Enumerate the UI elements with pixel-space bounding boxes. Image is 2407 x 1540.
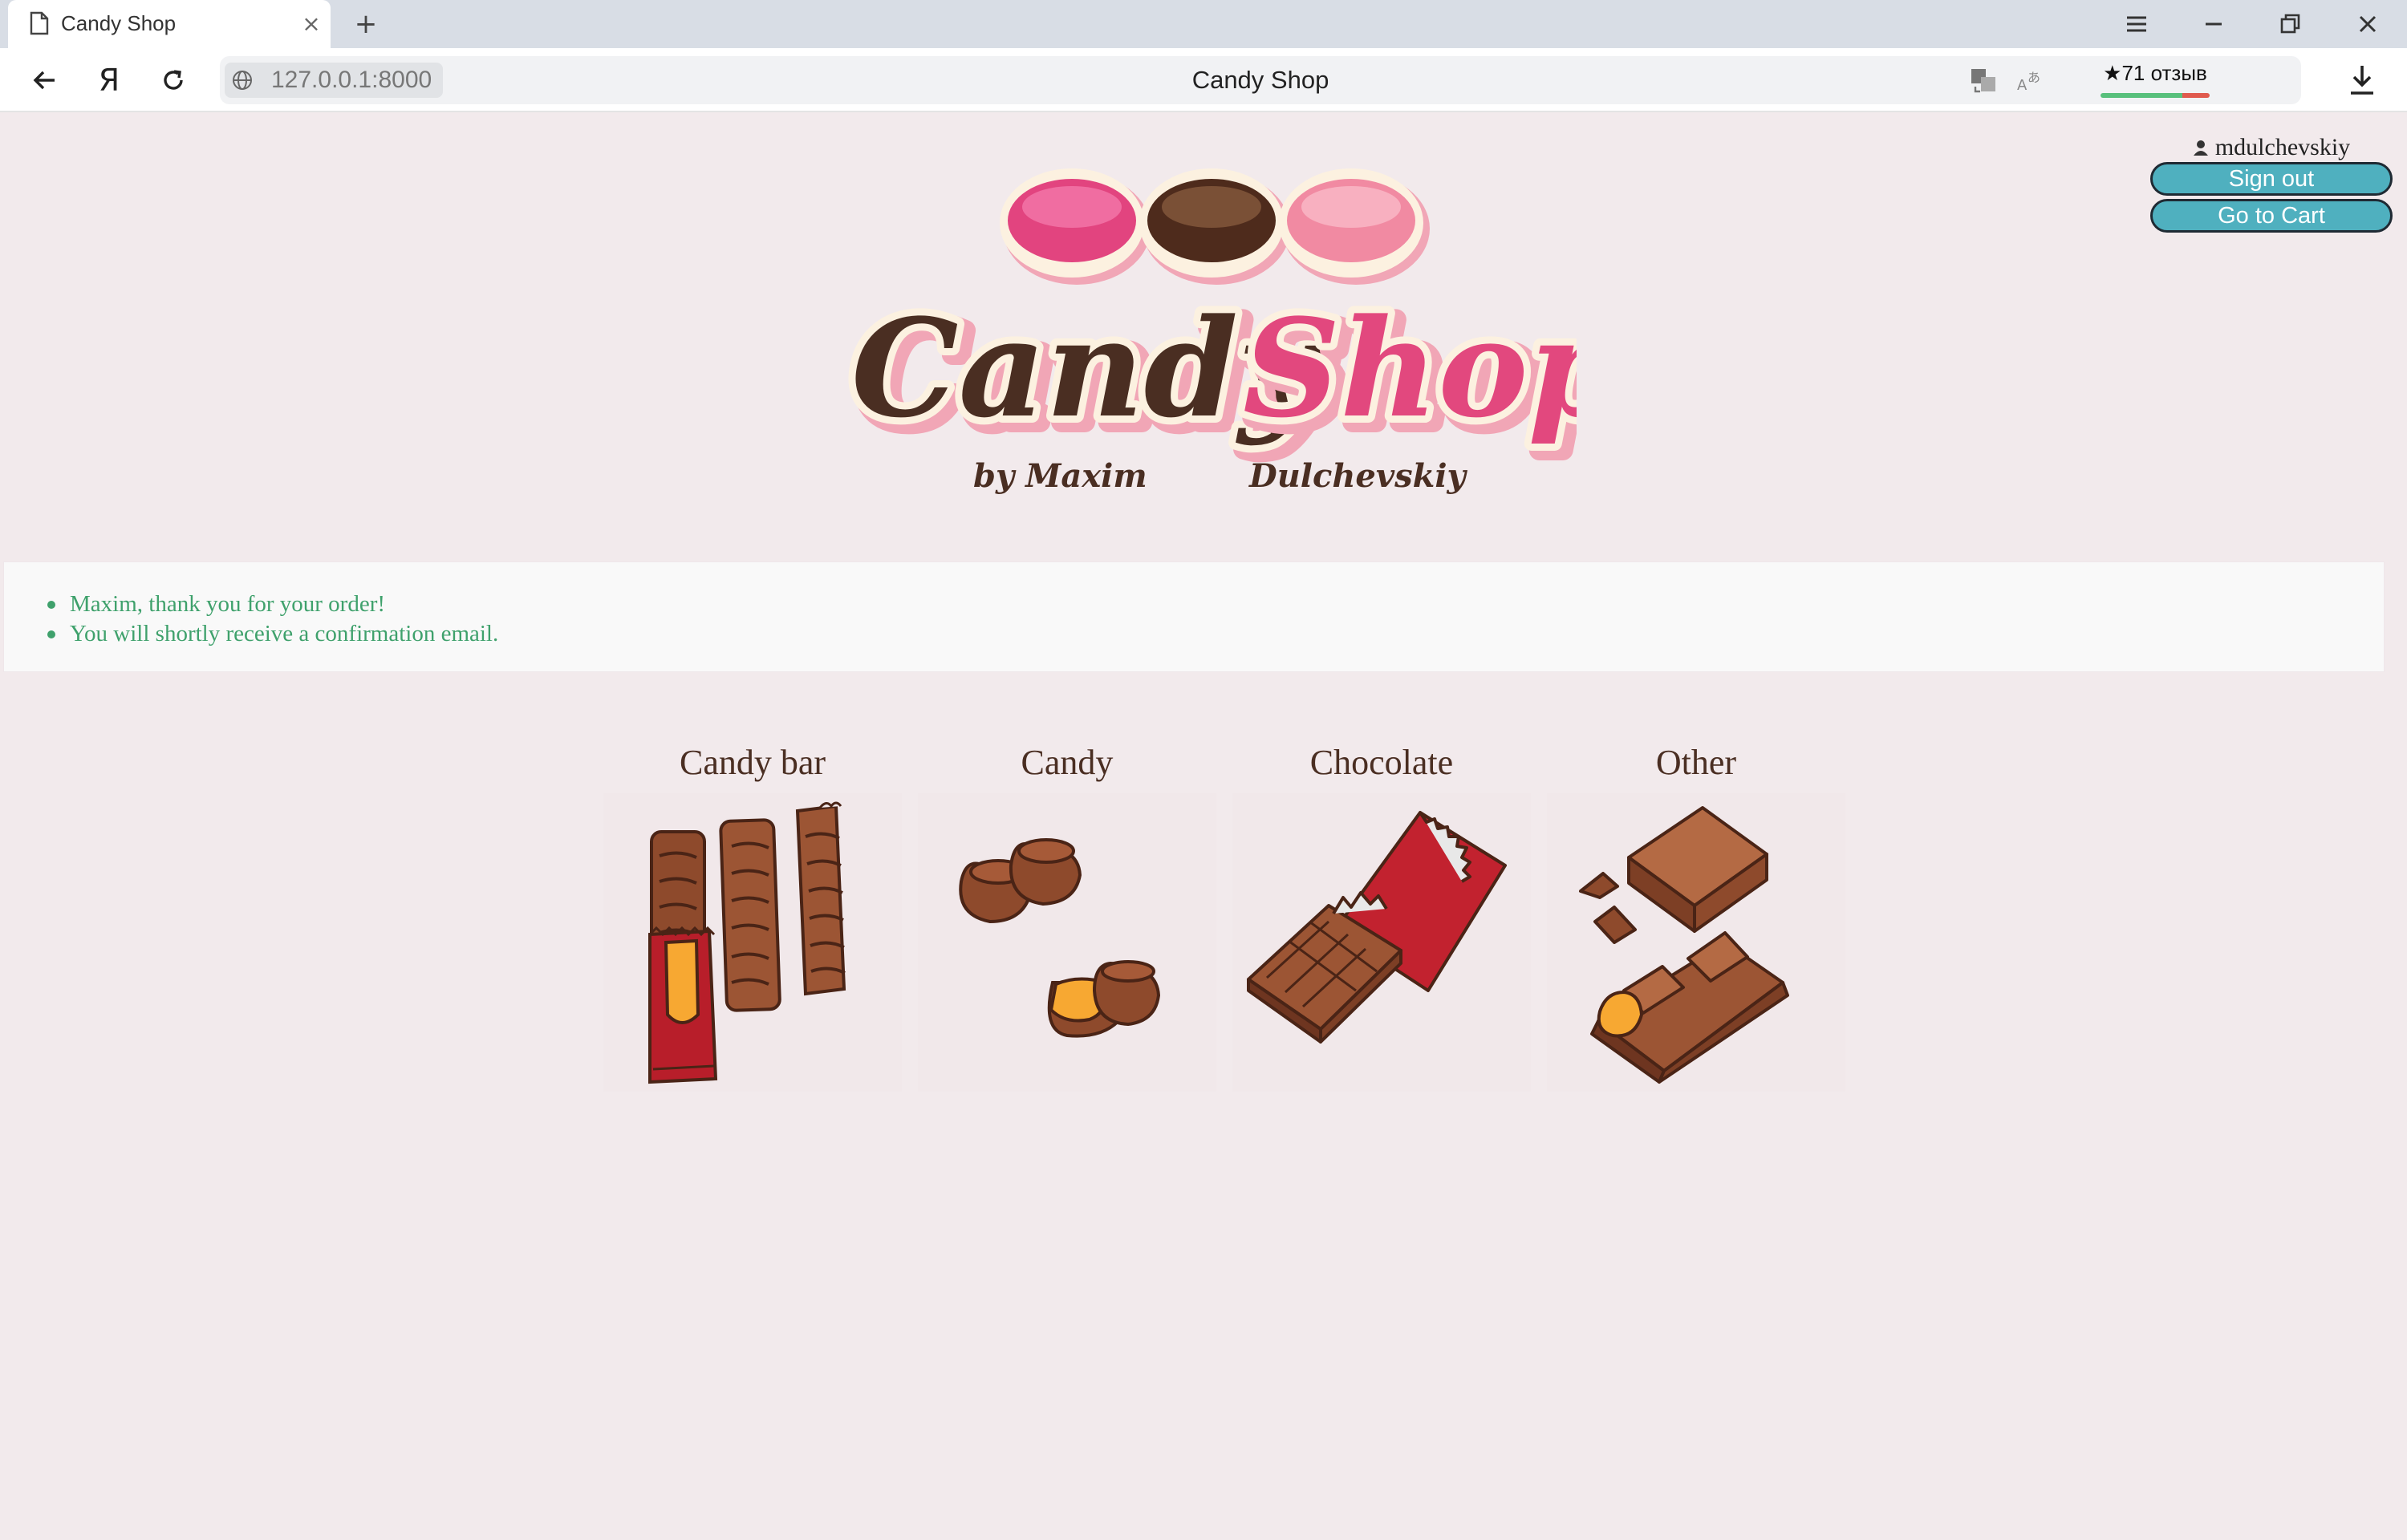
close-window-button[interactable]	[2332, 0, 2404, 48]
category-candy-bar[interactable]: Candy bar	[595, 742, 910, 1095]
reload-icon	[164, 70, 183, 90]
username: mdulchevskiy	[2214, 134, 2351, 160]
category-chocolate[interactable]: Chocolate	[1224, 742, 1539, 1095]
page-translate-icon[interactable]	[1969, 66, 1999, 96]
restore-button[interactable]	[2255, 0, 2327, 48]
logo-word-shop: Shop	[1243, 289, 1577, 448]
logo-byline-name: by Maxim	[973, 457, 1147, 495]
downloads-button[interactable]	[2341, 59, 2383, 101]
browser-tab-strip: Candy Shop × +	[0, 0, 2407, 48]
svg-text:A: A	[2017, 77, 2027, 94]
category-candy[interactable]: Candy	[910, 742, 1224, 1095]
message-item: You will shortly receive a confirmation …	[47, 619, 498, 649]
logo-candies-icon	[1000, 168, 1430, 285]
messages-box: Maxim, thank you for your order! You wil…	[3, 561, 2385, 672]
category-other[interactable]: Other	[1539, 742, 1853, 1095]
yandex-button[interactable]: Я	[88, 59, 130, 101]
close-icon	[2359, 15, 2377, 33]
browser-menu-button[interactable]	[2101, 0, 2173, 48]
site-reviews-widget[interactable]: ★71 отзыв	[2097, 61, 2213, 101]
candy-image[interactable]	[918, 793, 1216, 1092]
tab-close-icon[interactable]: ×	[297, 10, 326, 38]
page-icon	[30, 11, 49, 35]
category-label: Other	[1655, 743, 1737, 782]
chocolate-icon	[1247, 811, 1507, 1044]
back-button[interactable]	[24, 59, 66, 101]
message-item: Maxim, thank you for your order!	[47, 590, 498, 619]
tab-title: Candy Shop	[61, 11, 177, 35]
other-sweets-icon	[1579, 806, 1789, 1084]
user-icon	[2193, 140, 2208, 156]
candy-bar-image[interactable]	[603, 793, 902, 1092]
candy-icon	[959, 838, 1161, 1038]
browser-toolbar: Я 127.0.0.1:8000 Candy Shop A あ ★71 отзы…	[0, 48, 2407, 112]
category-label: Chocolate	[1309, 743, 1454, 782]
address-bar[interactable]: 127.0.0.1:8000 Candy Shop A あ ★71 отзыв	[220, 56, 2301, 104]
rating-bar	[2101, 93, 2210, 98]
category-label: Candy	[1021, 743, 1114, 782]
chocolate-image[interactable]	[1232, 793, 1531, 1092]
messages-list: Maxim, thank you for your order! You wil…	[47, 590, 498, 649]
category-label: Candy bar	[679, 743, 826, 782]
reviews-label: ★71 отзыв	[2103, 61, 2207, 85]
candy-shop-logo[interactable]: Candy Candy Candy Shop Shop Shop by Maxi…	[830, 160, 1641, 505]
text-translate-icon[interactable]: A あ	[2014, 66, 2044, 96]
yandex-logo-icon: Я	[98, 63, 120, 98]
reload-button[interactable]	[152, 59, 194, 101]
user-panel: mdulchevskiy Sign out Go to Cart	[2149, 133, 2394, 236]
arrow-left-icon	[33, 71, 55, 90]
go-to-cart-button[interactable]: Go to Cart	[2150, 199, 2393, 233]
other-image[interactable]	[1547, 793, 1845, 1092]
svg-text:あ: あ	[2027, 70, 2040, 85]
download-icon	[2351, 66, 2373, 95]
minimize-button[interactable]	[2178, 0, 2250, 48]
sign-out-button[interactable]: Sign out	[2150, 162, 2393, 196]
restore-icon	[2280, 14, 2300, 34]
logo-byline-surname: Dulchevskiy	[1248, 457, 1468, 495]
candy-bar-icon	[648, 801, 846, 1084]
minimize-icon	[2206, 22, 2222, 26]
new-tab-button[interactable]: +	[350, 8, 382, 40]
username-row: mdulchevskiy	[2149, 133, 2394, 162]
hamburger-icon	[2127, 16, 2146, 32]
browser-tab[interactable]: Candy Shop ×	[8, 0, 331, 48]
